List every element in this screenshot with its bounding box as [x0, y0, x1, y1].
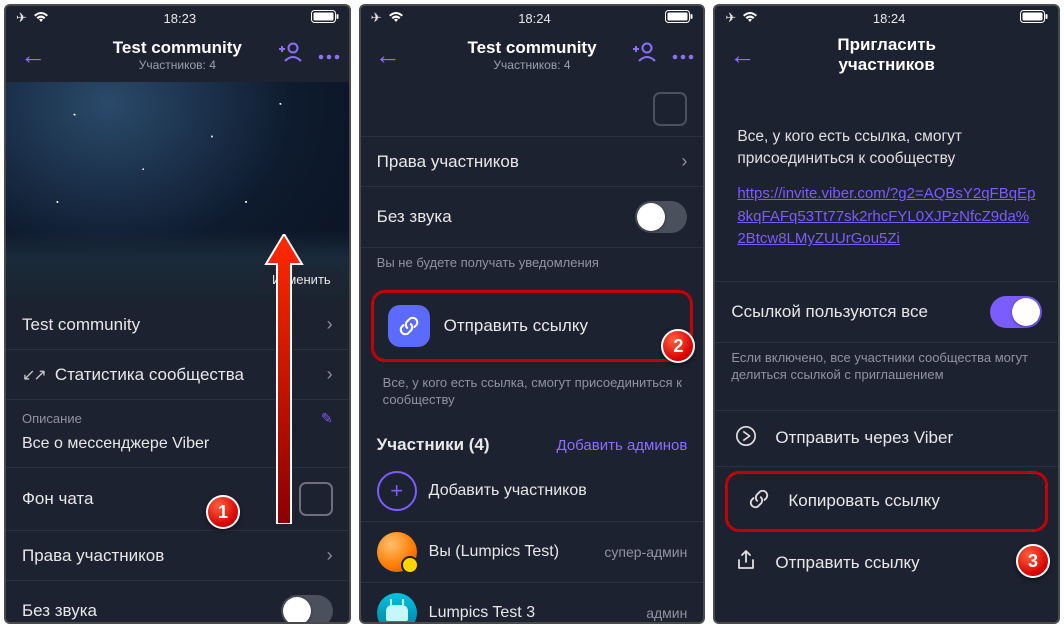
add-members-row[interactable]: + Добавить участников	[361, 461, 704, 522]
nav-title: Test community	[113, 38, 242, 58]
send-via-viber-label: Отправить через Viber	[775, 428, 953, 448]
scroll-arrow-icon	[264, 234, 304, 529]
screen-2: ✈ 18:24 ← Test community Участников: 4 П…	[359, 4, 706, 624]
battery-icon	[1020, 10, 1048, 26]
more-icon[interactable]	[317, 44, 341, 67]
back-button[interactable]: ←	[723, 36, 761, 75]
member-name: Lumpics Test 3	[429, 604, 535, 622]
copy-link-label: Копировать ссылку	[788, 491, 940, 511]
member-role: админ	[646, 605, 687, 621]
add-member-icon[interactable]	[279, 42, 303, 68]
send-via-viber-row[interactable]: Отправить через Viber	[715, 410, 1058, 467]
chat-background-label: Фон чата	[22, 489, 299, 509]
mute-label: Без звука	[22, 601, 281, 621]
airplane-icon: ✈	[371, 10, 382, 26]
add-admins-link[interactable]: Добавить админов	[557, 437, 688, 454]
member-rights-row[interactable]: Права участников ›	[361, 137, 704, 187]
member-row[interactable]: Lumpics Test 3 админ	[361, 583, 704, 622]
nav-title: Test community	[467, 38, 596, 58]
description-header-label: Описание	[22, 411, 82, 426]
airplane-icon: ✈	[725, 10, 736, 26]
share-all-hint: Если включено, все участники сообщества …	[715, 343, 1058, 396]
wifi-icon	[388, 11, 404, 26]
step-badge-1: 1	[206, 495, 240, 529]
partial-label	[377, 99, 654, 119]
member-name: Вы (Lumpics Test)	[429, 543, 559, 561]
mute-hint: Вы не будете получать уведомления	[361, 248, 704, 284]
wifi-icon	[742, 11, 758, 26]
more-icon[interactable]	[671, 44, 695, 67]
nav-bar: ← Test community Участников: 4	[361, 28, 704, 82]
partial-row[interactable]	[361, 82, 704, 137]
chevron-right-icon: ›	[681, 151, 687, 172]
link-icon	[388, 305, 430, 347]
chevron-right-icon: ›	[327, 545, 333, 566]
invite-link[interactable]: https://invite.viber.com/?g2=AQBsY2qFBqE…	[715, 177, 1058, 255]
share-icon	[733, 550, 759, 577]
edit-description-icon[interactable]: ✎	[321, 410, 333, 427]
back-button[interactable]: ←	[369, 36, 407, 75]
chevron-right-icon: ›	[327, 364, 333, 385]
nav-subtitle: Участников: 4	[113, 58, 242, 72]
member-row[interactable]: Вы (Lumpics Test) супер-админ	[361, 522, 704, 583]
nav-bar: ← Пригласить участников	[715, 28, 1058, 82]
screen-3: ✈ 18:24 ← Пригласить участников Все, у к…	[713, 4, 1060, 624]
chevron-right-icon: ›	[327, 314, 333, 335]
members-count-label: Участники (4)	[377, 435, 490, 455]
avatar	[377, 593, 417, 622]
add-members-label: Добавить участников	[429, 482, 587, 500]
nav-subtitle: Участников: 4	[467, 58, 596, 72]
nav-bar: ← Test community Участников: 4	[6, 28, 349, 82]
status-bar: ✈ 18:24	[361, 6, 704, 28]
mute-toggle[interactable]	[281, 595, 333, 622]
wifi-icon	[33, 11, 49, 26]
forward-icon	[733, 425, 759, 452]
clock: 18:23	[164, 11, 197, 26]
mute-label: Без звука	[377, 207, 636, 227]
send-link-label: Отправить ссылку	[444, 316, 588, 336]
link-icon	[746, 488, 772, 515]
send-link-hint: Все, у кого есть ссылка, смогут присоеди…	[361, 368, 704, 421]
screen-1: ✈ 18:23 ← Test community Участников: 4	[4, 4, 351, 624]
copy-link-row[interactable]: Копировать ссылку	[725, 471, 1048, 532]
back-button[interactable]: ←	[14, 36, 52, 75]
mute-row[interactable]: Без звука	[361, 187, 704, 248]
step-badge-3: 3	[1016, 544, 1050, 578]
member-rights-row[interactable]: Права участников ›	[6, 531, 349, 581]
airplane-icon: ✈	[16, 10, 27, 26]
background-preview	[653, 92, 687, 126]
share-all-row[interactable]: Ссылкой пользуются все	[715, 281, 1058, 343]
clock: 18:24	[518, 11, 551, 26]
member-rights-label: Права участников	[377, 152, 676, 172]
share-all-label: Ссылкой пользуются все	[731, 302, 990, 322]
plus-icon: +	[377, 471, 417, 511]
share-all-toggle[interactable]	[990, 296, 1042, 328]
member-role: супер-админ	[604, 544, 687, 560]
send-link-label: Отправить ссылку	[775, 553, 919, 573]
stats-icon: ↙↗	[22, 365, 45, 385]
status-bar: ✈ 18:23	[6, 6, 349, 28]
mute-toggle[interactable]	[635, 201, 687, 233]
avatar	[377, 532, 417, 572]
battery-icon	[665, 10, 693, 26]
battery-icon	[311, 10, 339, 26]
invite-info: Все, у кого есть ссылка, смогут присоеди…	[715, 82, 1058, 177]
mute-row[interactable]: Без звука	[6, 581, 349, 622]
add-member-icon[interactable]	[633, 42, 657, 68]
member-rights-label: Права участников	[22, 546, 321, 566]
nav-title: Пригласить участников	[801, 35, 972, 75]
status-bar: ✈ 18:24	[715, 6, 1058, 28]
members-header: Участники (4) Добавить админов	[361, 421, 704, 461]
clock: 18:24	[873, 11, 906, 26]
send-link-row[interactable]: Отправить ссылку	[715, 536, 1058, 591]
send-link-button[interactable]: Отправить ссылку	[371, 290, 694, 362]
